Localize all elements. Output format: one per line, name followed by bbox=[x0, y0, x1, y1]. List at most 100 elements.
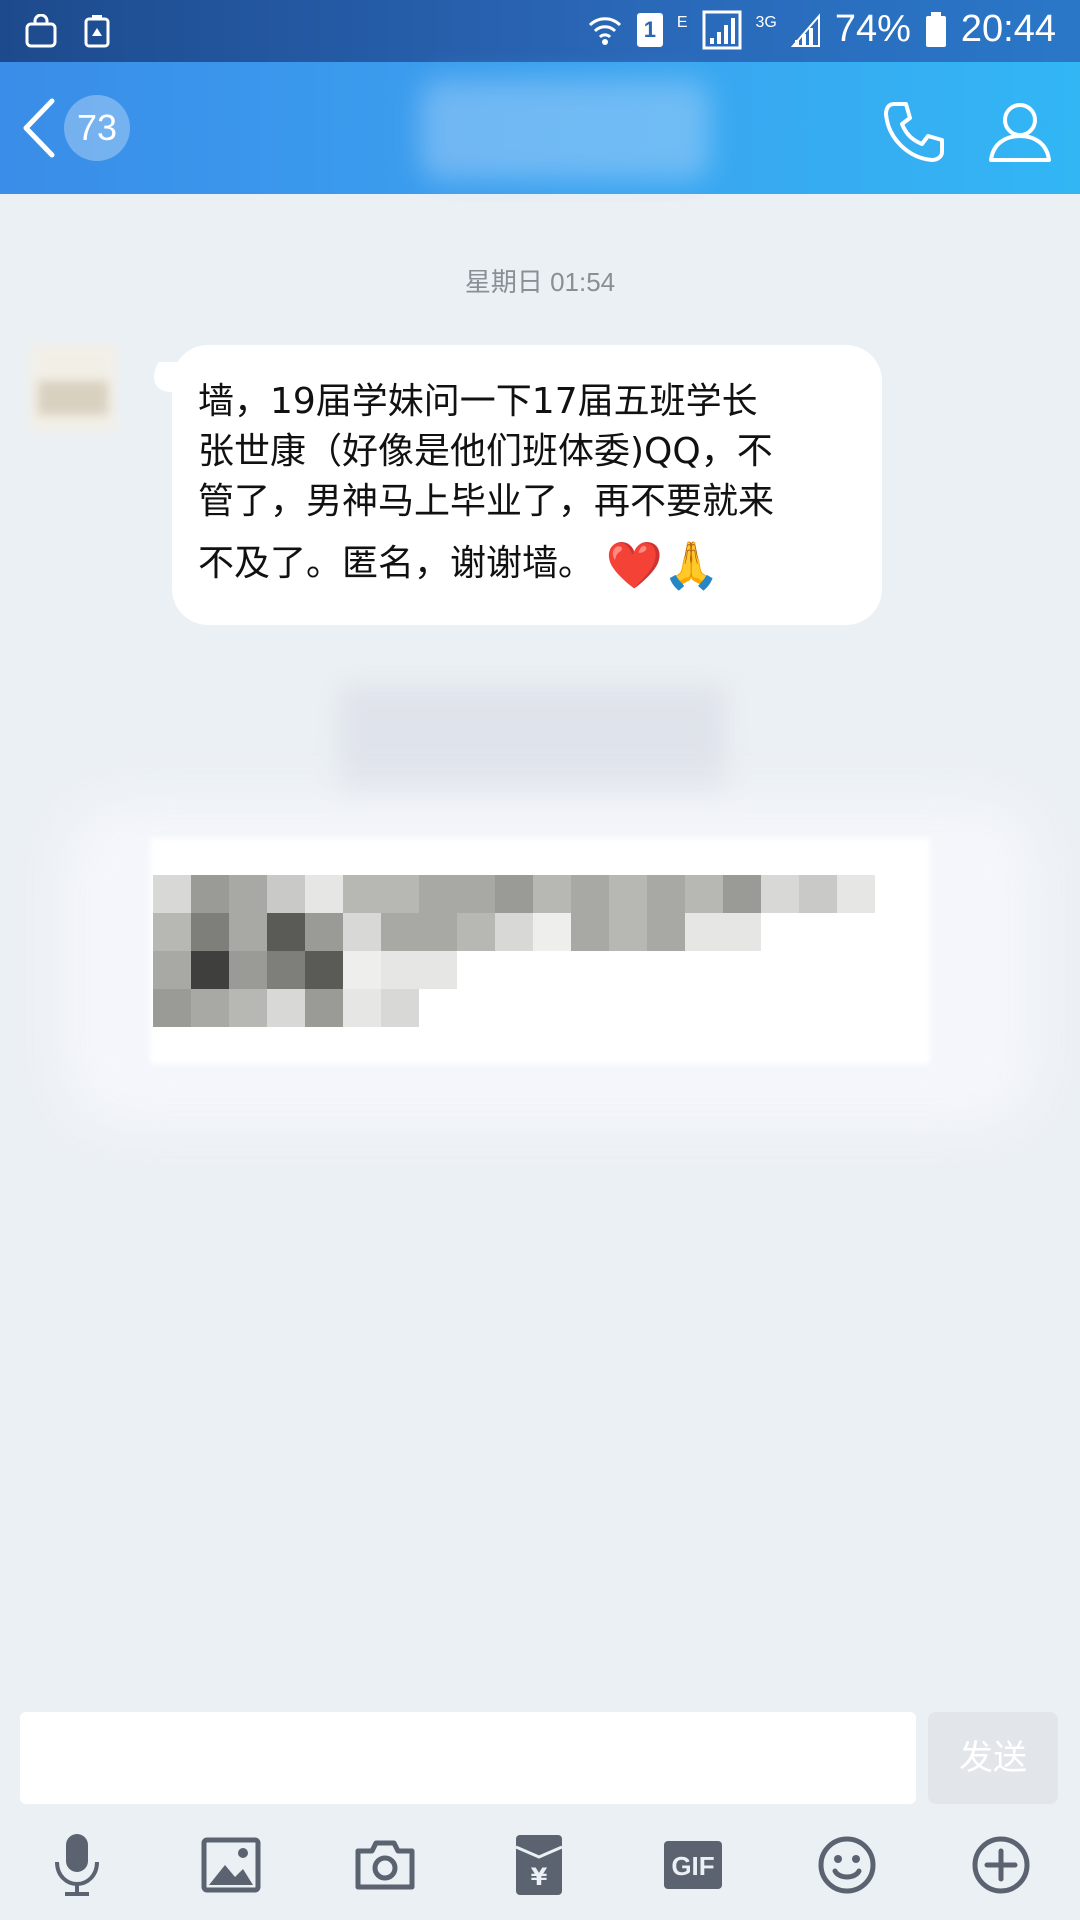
pixel-block bbox=[723, 875, 761, 913]
pixel-block bbox=[685, 913, 723, 951]
back-arrow-icon bbox=[23, 98, 55, 158]
pixel-block bbox=[153, 875, 191, 913]
message-line-4: 不及了。匿名，谢谢墙。 ❤️🙏 bbox=[198, 539, 858, 590]
red-packet-icon: ¥ bbox=[515, 1835, 563, 1895]
red-packet-button[interactable]: ¥ bbox=[504, 1830, 574, 1900]
call-button[interactable] bbox=[880, 96, 950, 166]
camera-icon bbox=[355, 1840, 415, 1890]
blurred-sender-name bbox=[340, 686, 725, 798]
pixel-block bbox=[305, 989, 343, 1027]
pixel-block bbox=[533, 913, 571, 951]
pixel-block bbox=[267, 913, 305, 951]
profile-button[interactable] bbox=[985, 96, 1055, 166]
pixel-block bbox=[495, 875, 533, 913]
back-button[interactable]: 73 bbox=[18, 90, 136, 166]
pixel-block bbox=[571, 875, 609, 913]
message-line-1: 墙，19届学妹问一下17届五班学长 bbox=[198, 381, 758, 422]
avatar-image bbox=[38, 381, 108, 415]
pixel-block bbox=[381, 913, 419, 951]
input-toolbar: ¥ GIF bbox=[0, 1830, 1080, 1910]
signal-strength-icon-2 bbox=[790, 12, 820, 47]
message-input[interactable] bbox=[20, 1712, 916, 1804]
pixel-block bbox=[343, 951, 381, 989]
blurred-contact-name bbox=[420, 80, 710, 180]
battery-percent: 74% bbox=[834, 8, 911, 50]
emoji-icon bbox=[818, 1836, 876, 1894]
more-button[interactable] bbox=[966, 1830, 1036, 1900]
pixel-block bbox=[419, 875, 457, 913]
message-line-4-text: 不及了。匿名，谢谢墙。 bbox=[198, 543, 595, 584]
pixel-block bbox=[305, 951, 343, 989]
pixel-block bbox=[457, 913, 495, 951]
message-line-3: 管了，男神马上毕业了，再不要就来 bbox=[198, 481, 775, 522]
message-timestamp: 星期日 01:54 bbox=[464, 267, 616, 297]
sim-slot-badge: 1 bbox=[636, 12, 663, 47]
pixel-block bbox=[229, 875, 267, 913]
profile-icon bbox=[989, 103, 1051, 162]
pixel-block bbox=[647, 875, 685, 913]
network-e-label: E bbox=[676, 14, 688, 31]
message-line-2: 张世康（好像是他们班体委)QQ，不 bbox=[198, 431, 773, 472]
battery-icon bbox=[925, 11, 946, 47]
pixel-block bbox=[837, 875, 875, 913]
pixel-block bbox=[609, 875, 647, 913]
pixel-block bbox=[761, 875, 799, 913]
avatar[interactable] bbox=[30, 345, 116, 431]
pixel-block bbox=[343, 875, 381, 913]
wifi-icon bbox=[588, 16, 621, 45]
emoji-button[interactable] bbox=[812, 1830, 882, 1900]
pray-emoji: 🙏 bbox=[662, 538, 721, 592]
pixel-block bbox=[267, 989, 305, 1027]
image-button[interactable] bbox=[196, 1830, 266, 1900]
image-icon bbox=[201, 1837, 261, 1893]
pixel-block bbox=[495, 913, 533, 951]
pixel-block bbox=[191, 913, 229, 951]
gif-button[interactable]: GIF bbox=[658, 1830, 728, 1900]
pixel-block bbox=[229, 913, 267, 951]
pixel-block bbox=[305, 913, 343, 951]
unread-count-badge: 73 bbox=[64, 95, 130, 161]
signal-strength-icon bbox=[702, 10, 741, 49]
pixel-block bbox=[533, 875, 571, 913]
pixel-block bbox=[343, 913, 381, 951]
network-3g-label: 3G bbox=[755, 14, 777, 31]
pixel-block bbox=[191, 989, 229, 1027]
status-time: 20:44 bbox=[960, 8, 1056, 50]
pixel-block bbox=[267, 951, 305, 989]
pixel-block bbox=[381, 951, 419, 989]
microphone-icon bbox=[55, 1834, 99, 1896]
gif-icon: GIF bbox=[664, 1841, 722, 1889]
pixel-block bbox=[191, 875, 229, 913]
yen-symbol: ¥ bbox=[531, 1863, 548, 1891]
heart-emoji: ❤️ bbox=[605, 538, 663, 592]
plus-icon bbox=[972, 1836, 1030, 1894]
gif-label: GIF bbox=[671, 1851, 714, 1881]
battery-saver-icon bbox=[84, 15, 110, 48]
status-bar: 1 E 3G 74% 20:44 bbox=[0, 0, 1080, 62]
chat-header: 73 bbox=[0, 62, 1080, 194]
pixel-block bbox=[609, 913, 647, 951]
pixel-block bbox=[571, 913, 609, 951]
pixel-block bbox=[381, 875, 419, 913]
pixel-block bbox=[267, 875, 305, 913]
pixel-block bbox=[229, 989, 267, 1027]
voice-button[interactable] bbox=[42, 1830, 112, 1900]
send-button[interactable]: 发送 bbox=[928, 1712, 1058, 1804]
pixel-block bbox=[647, 913, 685, 951]
pixel-block bbox=[153, 989, 191, 1027]
message-bubble[interactable]: 墙，19届学妹问一下17届五班学长 张世康（好像是他们班体委)QQ，不 管了，男… bbox=[172, 345, 882, 625]
pixel-block bbox=[305, 875, 343, 913]
pixel-block bbox=[343, 989, 381, 1027]
pixel-block bbox=[381, 989, 419, 1027]
pixel-block bbox=[419, 951, 457, 989]
pixel-block bbox=[153, 913, 191, 951]
phone-icon bbox=[884, 102, 944, 162]
pixel-block bbox=[191, 951, 229, 989]
pixel-block bbox=[799, 875, 837, 913]
camera-button[interactable] bbox=[350, 1830, 420, 1900]
pixel-block bbox=[229, 951, 267, 989]
pixel-block bbox=[723, 913, 761, 951]
pixel-block bbox=[419, 913, 457, 951]
pixel-block bbox=[153, 951, 191, 989]
shopping-bag-icon bbox=[25, 14, 57, 48]
